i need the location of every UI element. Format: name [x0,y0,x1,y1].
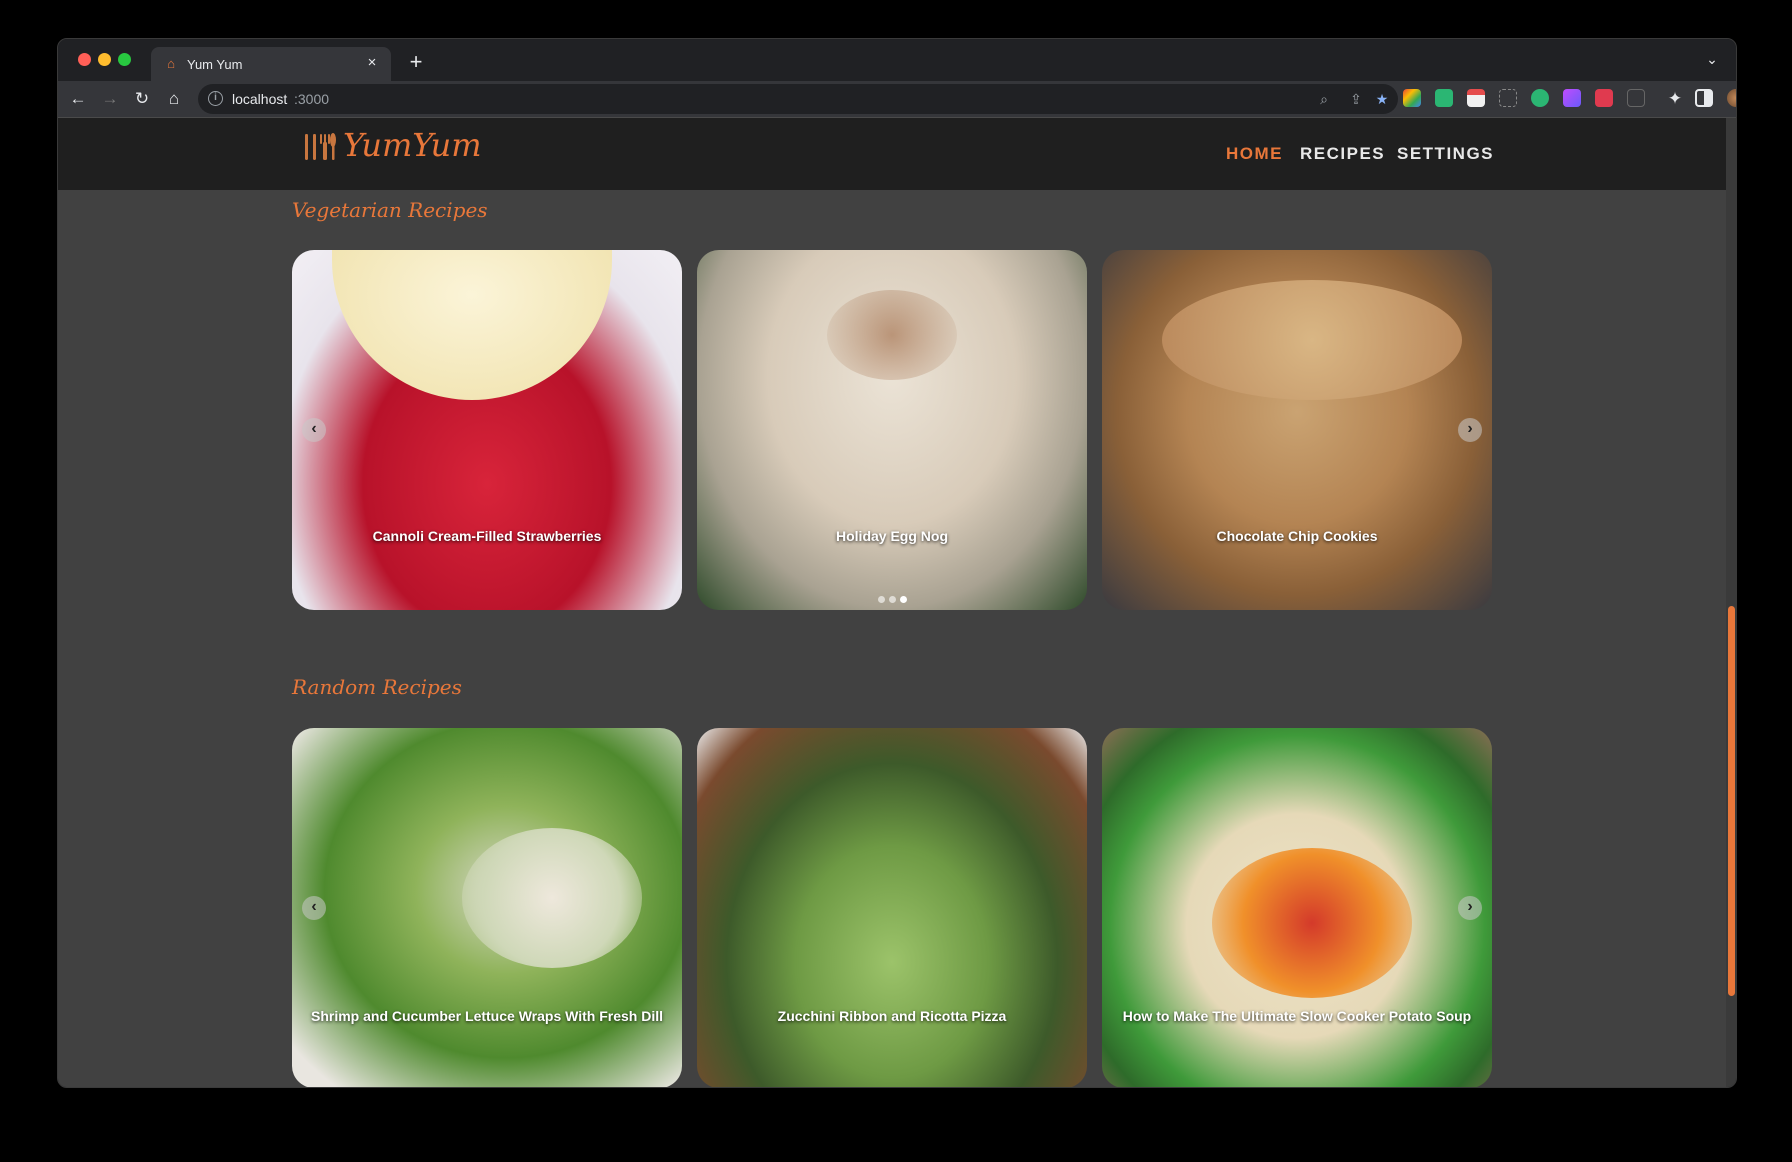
extension-w-icon[interactable] [1531,89,1549,107]
address-host: localhost [232,91,288,107]
recipe-card[interactable]: Chocolate Chip Cookies › [1102,250,1492,610]
fork-knife-logo-icon [305,133,336,160]
address-port: :3000 [294,91,330,107]
nav-settings-link[interactable]: SETTINGS [1397,144,1494,164]
maximize-window-button[interactable] [118,53,131,66]
new-tab-button[interactable]: + [404,51,428,75]
tab-strip: ⌂ Yum Yum × + ⌄ [58,39,1736,81]
extensions-puzzle-icon[interactable]: ✦ [1663,87,1687,111]
random-section-title: Random Recipes [292,675,462,699]
page-viewport: YumYum HOME RECIPES SETTINGS Vegetarian … [58,118,1728,1087]
carousel-prev-chevron-icon[interactable]: ‹ [302,896,326,920]
tab-title: Yum Yum [187,57,243,72]
carousel-dot[interactable] [899,596,907,603]
extension-color-icon[interactable] [1403,89,1421,107]
recipe-card[interactable]: Zucchini Ribbon and Ricotta Pizza [697,728,1087,1087]
home-icon[interactable]: ⌂ [162,87,186,111]
recipe-card-title: Shrimp and Cucumber Lettuce Wraps With F… [311,1008,663,1024]
recipe-card-title: Holiday Egg Nog [836,528,948,544]
extension-calendar-icon[interactable] [1467,89,1485,107]
extension-purple-icon[interactable] [1563,89,1581,107]
tab-close-icon[interactable]: × [363,54,381,72]
carousel-dot[interactable] [877,596,885,603]
forward-arrow-icon[interactable]: → [98,87,122,111]
address-bar[interactable]: i localhost :3000 ⌕ ⇪ ★ [198,84,1398,114]
cookie-top-shape [1162,280,1462,400]
recipe-card[interactable]: How to Make The Ultimate Slow Cooker Pot… [1102,728,1492,1087]
recipe-card[interactable]: Cannoli Cream-Filled Strawberries ‹ [292,250,682,610]
recipe-card-title: How to Make The Ultimate Slow Cooker Pot… [1122,1008,1472,1024]
nav-recipes-link[interactable]: RECIPES [1300,144,1385,164]
site-logo[interactable]: YumYum [343,126,482,164]
carousel-next-chevron-icon[interactable]: › [1458,896,1482,920]
bookmark-star-icon[interactable]: ★ [1372,89,1392,109]
recipe-card-title: Chocolate Chip Cookies [1216,528,1378,544]
home-favicon-icon: ⌂ [167,56,175,71]
cream-topping-shape [332,250,612,400]
vegetarian-section-title: Vegetarian Recipes [292,198,488,222]
carousel-dot[interactable] [888,596,896,603]
page-scrollbar[interactable] [1726,118,1736,1087]
site-header: YumYum HOME RECIPES SETTINGS [58,118,1728,190]
nav-home-link[interactable]: HOME [1226,144,1283,164]
recipe-card[interactable]: Shrimp and Cucumber Lettuce Wraps With F… [292,728,682,1087]
zoom-icon[interactable]: ⌕ [1314,89,1334,109]
extension-brackets-icon[interactable] [1627,89,1645,107]
profile-avatar[interactable] [1727,89,1736,107]
cinnamon-sprinkle-shape [827,290,957,380]
carousel-indicator[interactable] [697,590,1087,608]
browser-window: ⌂ Yum Yum × + ⌄ ← → ↻ ⌂ i localhost :300… [57,38,1737,1088]
carousel-next-chevron-icon[interactable]: › [1458,418,1482,442]
back-arrow-icon[interactable]: ← [66,87,90,111]
minimize-window-button[interactable] [98,53,111,66]
browser-toolbar: ← → ↻ ⌂ i localhost :3000 ⌕ ⇪ ★ ✦ ⋮ [58,81,1736,118]
extension-green-icon[interactable] [1435,89,1453,107]
carousel-prev-chevron-icon[interactable]: ‹ [302,418,326,442]
shrimp-salad-shape [462,828,642,968]
bacon-cheese-topping-shape [1212,848,1412,998]
site-info-icon[interactable]: i [208,91,223,106]
extension-screenshot-icon[interactable] [1499,89,1517,107]
browser-tab[interactable]: ⌂ Yum Yum × [151,47,391,81]
side-panel-icon[interactable] [1695,89,1713,107]
share-icon[interactable]: ⇪ [1346,89,1366,109]
reload-icon[interactable]: ↻ [130,87,154,111]
scrollbar-thumb[interactable] [1728,606,1735,996]
tab-search-chevron-icon[interactable]: ⌄ [1702,51,1722,71]
recipe-card-title: Cannoli Cream-Filled Strawberries [372,528,602,544]
close-window-button[interactable] [78,53,91,66]
recipe-card[interactable]: Holiday Egg Nog [697,250,1087,610]
recipe-card-title: Zucchini Ribbon and Ricotta Pizza [777,1008,1007,1024]
extension-red-icon[interactable] [1595,89,1613,107]
